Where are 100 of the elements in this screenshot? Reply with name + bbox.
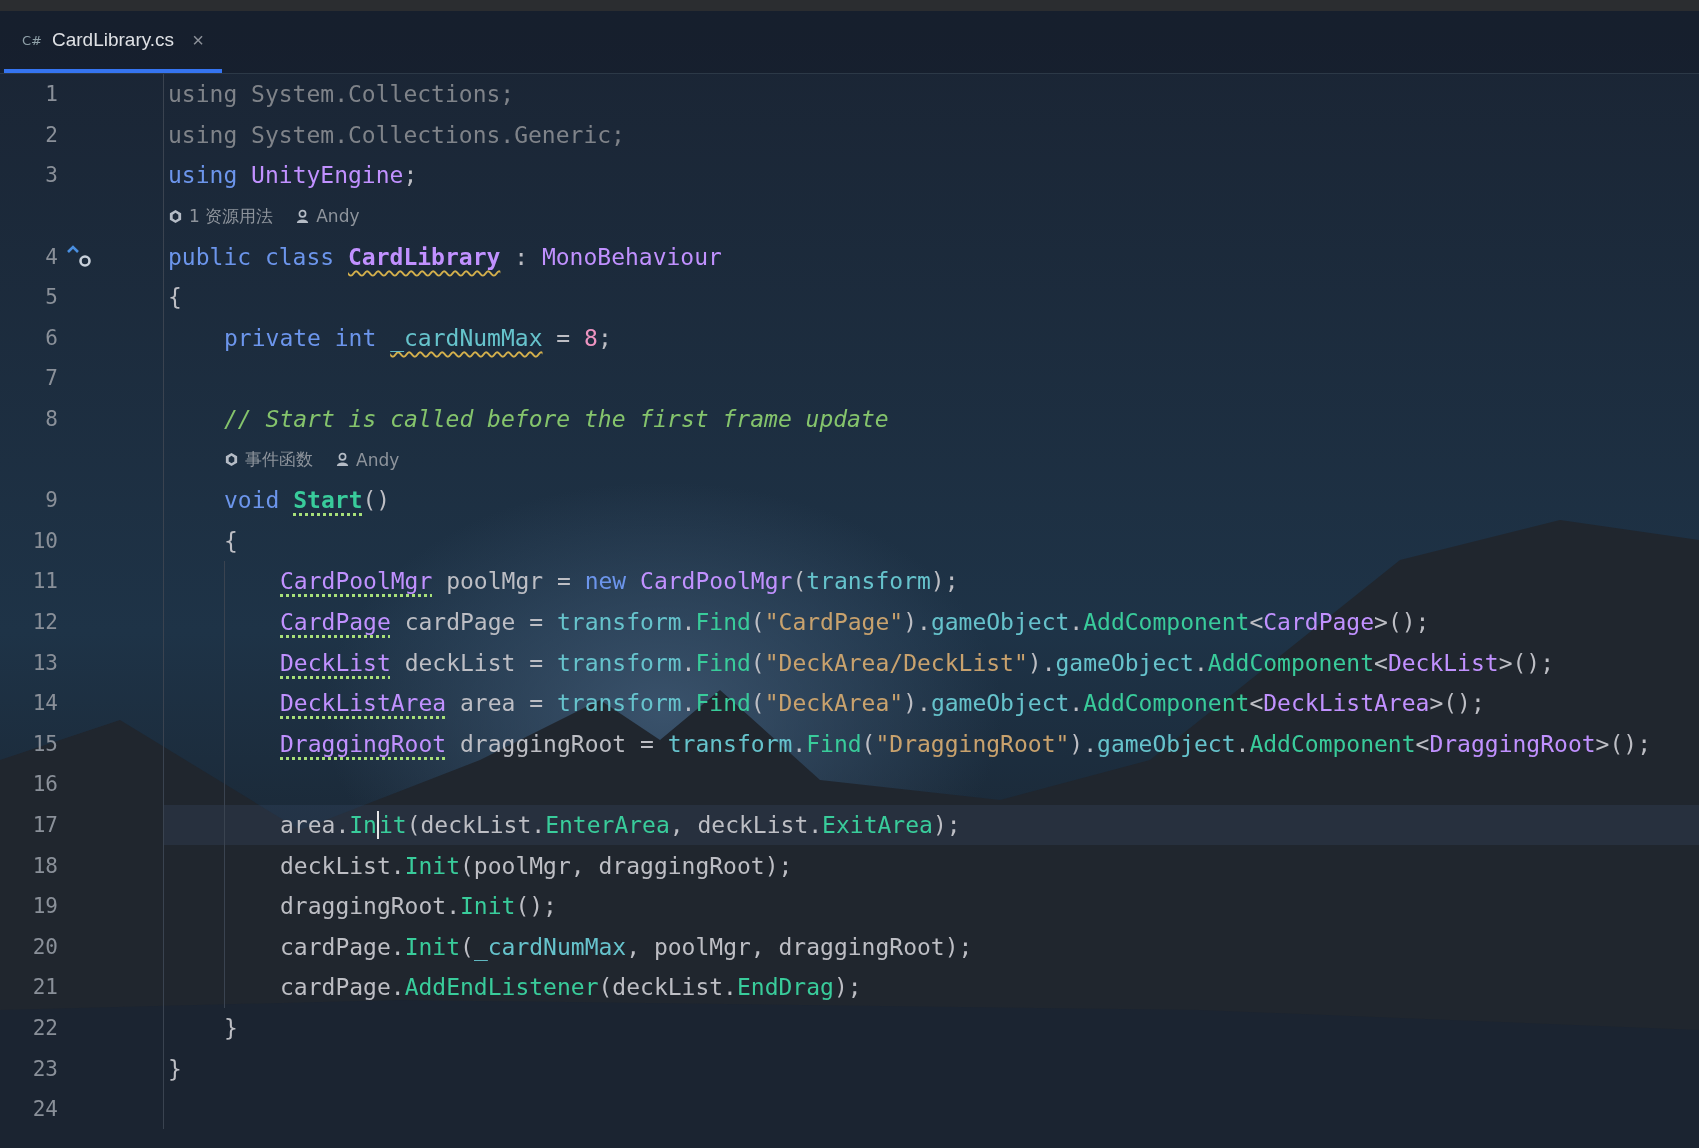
code-text: cardPage. (280, 933, 405, 960)
string-literal: "DeckArea/DeckList" (764, 649, 1028, 676)
line-number: 3 (44, 163, 58, 188)
line-number: 21 (31, 975, 58, 1000)
method-name: In (349, 812, 377, 838)
type-name: CardPoolMgr (280, 568, 433, 595)
code-text: ( (750, 690, 765, 717)
type-name: DeckList (280, 649, 391, 676)
method-name: EnterArea (545, 812, 670, 838)
keyword-text: void (224, 487, 281, 514)
keyword-text: public class (168, 243, 336, 270)
method-name: AddComponent (1249, 730, 1416, 757)
line-number: 5 (44, 285, 58, 310)
line-number: 8 (44, 407, 58, 432)
code-text: ). (903, 609, 931, 635)
keyword-text: new (584, 568, 628, 595)
type-name: DeckList (1387, 649, 1499, 676)
type-name: DeckListArea (280, 690, 447, 717)
code-comment: // Start is called before the first frame update (224, 406, 889, 433)
method-name: Find (695, 690, 751, 717)
line-number: 12 (31, 610, 58, 634)
code-text: . (1069, 690, 1084, 717)
method-name: Init (404, 852, 460, 879)
inlay-hint-text: 1 资源用法 (189, 204, 274, 228)
code-text: , poolMgr, draggingRoot); (626, 933, 973, 960)
code-text: (poolMgr, draggingRoot); (460, 852, 793, 879)
code-text: ); (930, 568, 959, 595)
cube-icon (168, 208, 183, 224)
code-text: cardPage = (403, 609, 545, 635)
type-name: DraggingRoot (1429, 730, 1596, 757)
number-literal: 8 (584, 324, 598, 351)
type-name: DraggingRoot (280, 730, 447, 757)
code-text: . (681, 649, 696, 676)
field-name: _cardNumMax (473, 933, 627, 960)
code-text: < (1249, 690, 1264, 717)
method-name: AddComponent (1083, 609, 1250, 635)
method-name: ExitArea (822, 812, 933, 838)
line-number: 2 (44, 122, 58, 147)
field-name: _cardNumMax (390, 324, 543, 351)
code-text: ( (750, 649, 765, 676)
code-text: ; (403, 162, 418, 189)
line-number: 6 (44, 325, 58, 350)
code-text: . (681, 690, 696, 717)
code-text: ). (903, 690, 931, 717)
code-text: deckList = (403, 649, 545, 676)
code-text: (); (515, 893, 557, 920)
code-text: >(); (1429, 690, 1485, 717)
field-name: gameObject (1097, 730, 1236, 757)
code-text: . (1069, 609, 1084, 635)
string-literal: "DeckArea" (764, 690, 904, 717)
code-text: = (555, 324, 572, 351)
method-name: Find (806, 730, 862, 757)
type-name: DeckListArea (1263, 690, 1430, 717)
field-name: transform (556, 609, 682, 635)
field-name: gameObject (930, 609, 1070, 635)
code-text: . (1235, 730, 1250, 757)
code-text: (deckList. (406, 812, 546, 838)
field-name: gameObject (930, 690, 1070, 717)
method-name: Start (293, 487, 363, 514)
type-name: CardPage (1263, 609, 1375, 635)
line-number: 24 (31, 1097, 58, 1122)
code-text: < (1415, 730, 1430, 757)
line-number: 1 (44, 82, 58, 107)
line-number: 19 (31, 894, 58, 919)
code-text: poolMgr = (445, 568, 572, 595)
line-number: 18 (31, 853, 58, 878)
method-name: Init (460, 893, 516, 920)
person-icon (295, 208, 311, 224)
method-name: Init (404, 933, 460, 960)
code-text: ( (460, 933, 474, 960)
inlay-hint-text: 事件函数 (245, 448, 313, 472)
field-name: transform (556, 649, 682, 676)
field-name: gameObject (1055, 649, 1194, 676)
line-number: 15 (31, 731, 58, 756)
code-text: ( (750, 609, 765, 635)
code-text: < (1374, 649, 1388, 676)
method-name: AddComponent (1207, 649, 1374, 676)
method-name: EndDrag (737, 974, 834, 1001)
code-text: ). (1027, 649, 1056, 676)
person-icon (335, 452, 350, 468)
field-name: transform (556, 690, 682, 717)
inlay-hint-text: Andy (356, 449, 400, 470)
code-text: } (224, 1014, 238, 1041)
close-icon[interactable]: × (192, 28, 204, 52)
code-text: < (1249, 609, 1264, 635)
code-text: . (792, 730, 807, 757)
line-number: 23 (31, 1056, 58, 1081)
string-literal: "CardPage" (764, 609, 904, 635)
code-text: { (224, 527, 238, 554)
line-number: 7 (44, 366, 58, 391)
code-text: ); (833, 974, 862, 1001)
line-number: 4 (44, 244, 58, 269)
file-tab[interactable]: C# CardLibrary.cs × (4, 11, 222, 73)
method-name: AddComponent (1083, 690, 1250, 717)
code-text: area = (459, 690, 545, 717)
line-number: 22 (31, 1015, 58, 1040)
code-text: area. (280, 812, 350, 838)
code-text: >(); (1498, 649, 1555, 676)
code-text: ( (861, 730, 876, 757)
code-text: . (1194, 649, 1208, 676)
